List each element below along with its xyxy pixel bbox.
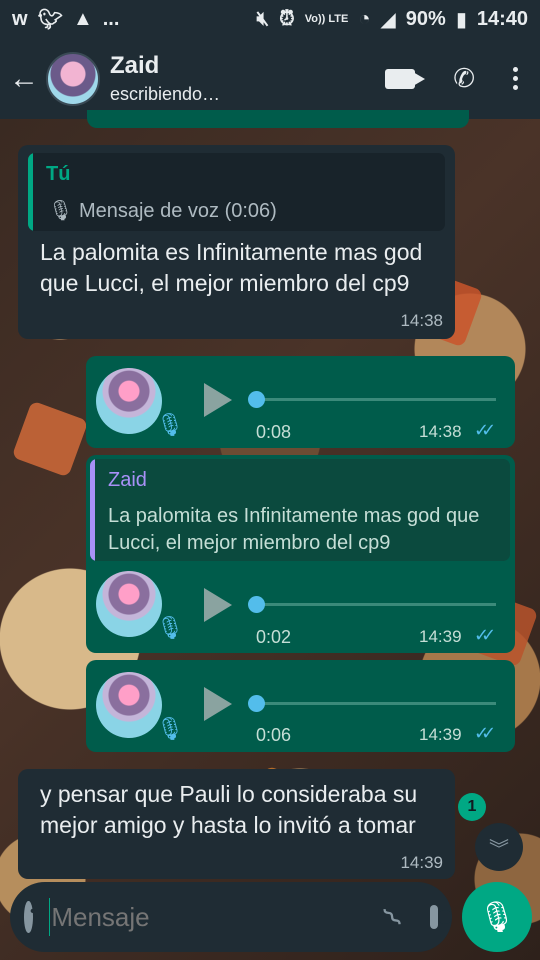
record-voice-mic-button[interactable]: 🎙︎ <box>462 882 532 952</box>
quote-bar <box>90 459 95 561</box>
back-arrow-icon[interactable]: ← <box>2 62 46 96</box>
voice-duration: 0:08 <box>256 422 292 442</box>
message-bubble-outgoing[interactable]: 🎙︎ 0:08 14:38 ✓✓ <box>86 356 515 448</box>
volte-icon: Vo)) LTE <box>304 12 349 25</box>
read-ticks-icon: ✓✓ <box>474 723 496 743</box>
signal-icon: ◢ <box>380 8 396 31</box>
mic-icon: 🎙︎ <box>48 200 74 222</box>
mute-icon: 🔇︎ <box>256 7 270 30</box>
voice-progress-track[interactable] <box>258 702 496 705</box>
voice-progress-knob[interactable] <box>248 596 265 613</box>
message-time: 14:38 <box>419 422 462 441</box>
more-options-icon[interactable] <box>513 67 518 90</box>
message-time: 14:38 <box>400 311 443 330</box>
play-button[interactable] <box>204 383 232 417</box>
scroll-down-chevron-icon[interactable]: ︾ <box>475 823 523 871</box>
status-bar: w 🐦︎ ▲ ... 🔇︎ ⏰︎ Vo)) LTE ◔ ◢ 90% ▮ 14:4… <box>0 0 540 38</box>
battery-icon: ▮ <box>455 8 467 31</box>
twitter-icon: 🐦︎ <box>37 8 63 31</box>
mic-icon: 🎙︎ <box>156 716 184 741</box>
battery-percent: 90% <box>405 7 446 30</box>
quote-author: Zaid <box>108 469 147 491</box>
wifi-icon: ◔ <box>358 7 371 30</box>
voice-note-avatar <box>96 571 162 637</box>
quote-body: 🎙︎ Mensaje de voz (0:06) <box>48 200 277 222</box>
voice-progress-track[interactable] <box>258 398 496 401</box>
mic-icon: 🎙︎ <box>477 900 517 934</box>
read-ticks-icon: ✓✓ <box>474 420 496 440</box>
typing-status: escribiendo… <box>110 84 221 104</box>
quoted-message[interactable]: Tú 🎙︎ Mensaje de voz (0:06) <box>28 153 445 231</box>
quote-author: Tú <box>46 163 71 185</box>
quote-body: La palomita es Infinitamente mas god que… <box>108 505 480 554</box>
voice-call-icon[interactable]: ✆ <box>453 63 475 94</box>
chat-header: ← Zaid escribiendo… ✆ <box>0 38 540 119</box>
message-bubble-outgoing[interactable]: 🎙︎ 0:06 14:39 ✓✓ <box>86 660 515 752</box>
message-bubble-incoming[interactable]: Tú 🎙︎ Mensaje de voz (0:06) La palomita … <box>18 145 455 339</box>
contact-info[interactable]: Zaid escribiendo… <box>110 52 220 105</box>
unread-count-badge: 1 <box>458 793 486 821</box>
read-ticks-icon: ✓✓ <box>474 625 496 645</box>
message-time: 14:39 <box>400 853 443 872</box>
text-cursor <box>48 898 50 936</box>
clock: 14:40 <box>476 7 528 30</box>
camera-icon[interactable] <box>430 905 452 929</box>
mic-icon: 🎙︎ <box>156 615 184 640</box>
play-button[interactable] <box>204 687 232 721</box>
message-text: y pensar que Pauli lo consideraba su mej… <box>40 781 418 838</box>
contact-name: Zaid <box>110 52 160 79</box>
warning-icon: ▲ <box>72 7 93 30</box>
message-bubble-outgoing[interactable]: Zaid La palomita es Infinitamente mas go… <box>86 455 515 653</box>
message-bubble-incoming[interactable]: y pensar que Pauli lo consideraba su mej… <box>18 769 455 879</box>
voice-progress-knob[interactable] <box>248 695 265 712</box>
status-ellipsis: ... <box>102 7 120 30</box>
voice-note-avatar <box>96 368 162 434</box>
emoji-icon[interactable] <box>24 901 46 933</box>
mic-icon: 🎙︎ <box>156 412 184 437</box>
message-time: 14:39 <box>419 627 462 646</box>
previous-message-edge <box>87 110 469 128</box>
voice-progress-knob[interactable] <box>248 391 265 408</box>
alarm-icon: ⏰︎ <box>279 7 295 30</box>
voice-progress-track[interactable] <box>258 603 496 606</box>
wallpaper-decoration <box>11 400 89 478</box>
video-call-icon[interactable] <box>385 68 426 89</box>
play-button[interactable] <box>204 588 232 622</box>
voice-duration: 0:02 <box>256 627 292 647</box>
quote-bar <box>28 153 33 231</box>
message-time: 14:39 <box>419 725 462 744</box>
contact-avatar[interactable] <box>46 51 100 106</box>
quoted-message[interactable]: Zaid La palomita es Infinitamente mas go… <box>90 459 510 561</box>
message-text: La palomita es Infinitamente mas god que… <box>40 239 423 296</box>
message-composer: ⌇ <box>10 882 452 952</box>
message-input[interactable] <box>51 901 387 933</box>
voice-note-avatar <box>96 672 162 738</box>
wallpaper-w-icon: w <box>12 7 28 30</box>
voice-duration: 0:06 <box>256 725 292 745</box>
